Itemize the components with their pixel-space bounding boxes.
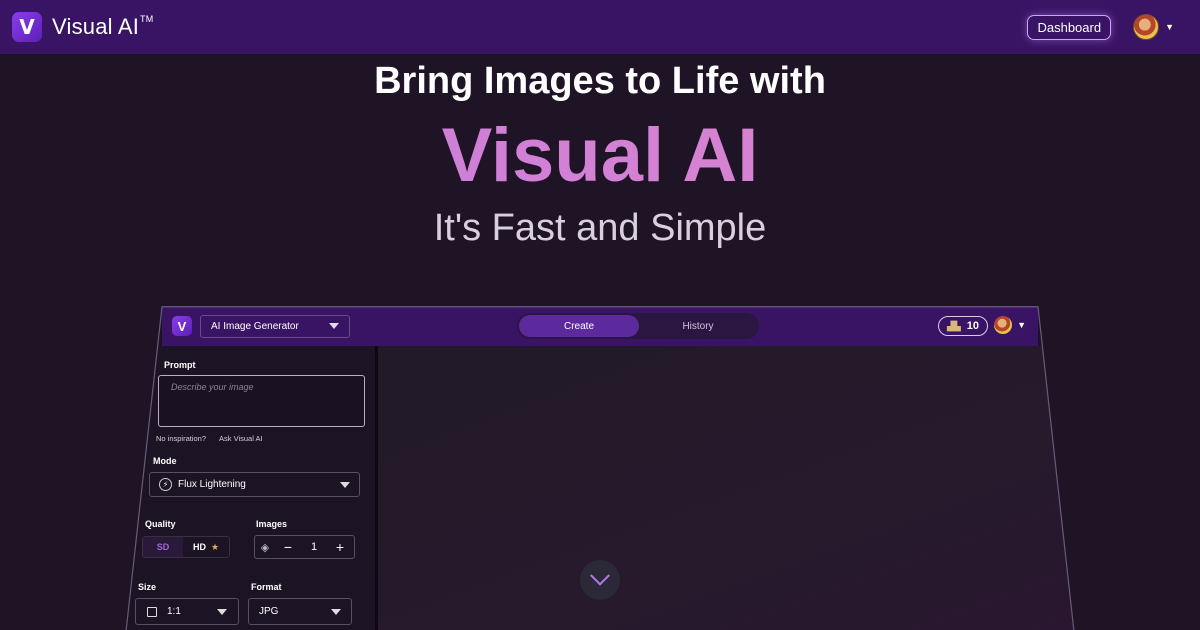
brand-text: Visual AI (52, 14, 140, 39)
hero-headline: Bring Images to Life with (374, 60, 826, 102)
scroll-down-button[interactable] (580, 560, 620, 600)
chevron-down-icon (329, 323, 339, 329)
tab-history[interactable]: History (639, 315, 757, 337)
images-count: 1 (310, 541, 318, 553)
bolt-icon: ⚡ (159, 478, 172, 491)
mode-value: Flux Lightening (178, 479, 246, 490)
no-inspiration-text: No inspiration? (156, 434, 207, 443)
app-user-menu[interactable]: ▼ (994, 316, 1026, 334)
hero-subtitle: It's Fast and Simple (433, 207, 767, 249)
app-logo-letter: V (177, 318, 187, 334)
increment-button[interactable]: + (327, 539, 353, 555)
ask-visual-ai-link[interactable]: Ask Visual AI (219, 434, 263, 443)
brand[interactable]: V Visual AITM (12, 12, 153, 42)
images-stepper: ◈ − 1 + (254, 535, 355, 559)
generator-select[interactable]: AI Image Generator (200, 314, 350, 338)
app-header: V AI Image Generator Create History ▟▙ 1… (162, 306, 1038, 346)
tab-switcher: Create History (517, 313, 759, 339)
chevron-down-icon (331, 608, 341, 615)
generator-select-label: AI Image Generator (211, 320, 299, 332)
layers-icon: ◈ (260, 541, 270, 554)
quality-hd-option[interactable]: HD ★ (183, 537, 229, 557)
mode-select[interactable]: ⚡ Flux Lightening (149, 472, 360, 497)
credits-badge[interactable]: ▟▙ 10 (938, 316, 988, 336)
format-value: JPG (259, 606, 279, 617)
star-icon: ★ (210, 541, 220, 552)
logo-icon: V (12, 12, 42, 42)
app-avatar (994, 316, 1013, 334)
chevron-down-icon (590, 565, 610, 586)
format-label: Format (251, 582, 282, 592)
size-select[interactable]: 1:1 (135, 598, 239, 625)
images-label: Images (256, 519, 288, 529)
app-logo-icon: V (172, 316, 192, 336)
mode-select-content: ⚡ Flux Lightening (159, 478, 246, 491)
decrement-button[interactable]: − (275, 539, 301, 555)
size-value: 1:1 (167, 606, 181, 617)
tab-create[interactable]: Create (519, 315, 639, 337)
image-canvas (378, 346, 1075, 630)
chevron-down-icon (340, 481, 350, 488)
logo-letter: V (19, 15, 35, 39)
format-select[interactable]: JPG (248, 598, 352, 625)
app-preview: V AI Image Generator Create History ▟▙ 1… (125, 306, 1075, 630)
prompt-input[interactable]: Describe your image (158, 375, 365, 427)
hero-brand-title: Visual AI (0, 112, 1200, 199)
quality-toggle: SD HD ★ (142, 536, 230, 558)
size-select-content: 1:1 (147, 606, 181, 617)
quality-label: Quality (145, 519, 176, 529)
coins-icon: ▟▙ (946, 320, 961, 331)
nav-right: Dashboard ▼ (1027, 14, 1188, 40)
caret-down-icon: ▼ (1165, 22, 1174, 32)
dashboard-button[interactable]: Dashboard (1027, 14, 1112, 40)
brand-name: Visual AITM (52, 14, 153, 40)
user-menu[interactable]: ▼ (1133, 14, 1174, 40)
credits-count: 10 (966, 320, 980, 332)
caret-down-icon: ▼ (1017, 320, 1026, 330)
prompt-label: Prompt (164, 360, 196, 370)
quality-sd-option[interactable]: SD (143, 537, 183, 557)
chevron-down-icon (217, 608, 227, 615)
top-nav: V Visual AITM Dashboard ▼ (0, 0, 1200, 54)
quality-hd-label: HD (192, 542, 206, 552)
square-icon (147, 606, 157, 617)
trademark: TM (140, 14, 154, 24)
size-label: Size (138, 582, 157, 592)
avatar (1133, 14, 1160, 40)
mode-label: Mode (153, 456, 177, 466)
